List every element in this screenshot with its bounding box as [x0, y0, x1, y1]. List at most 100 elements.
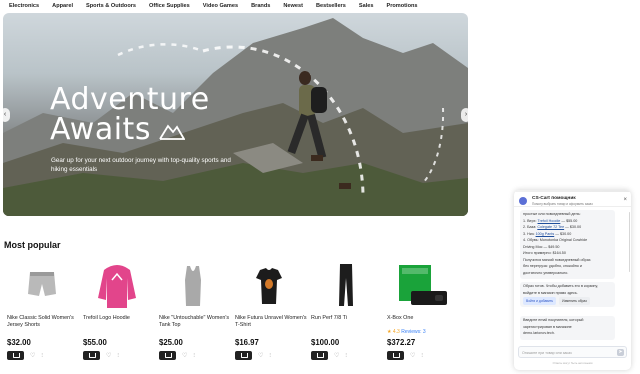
nav-sports-outdoors[interactable]: Sports & Outdoors: [86, 3, 136, 9]
product-rating[interactable]: ★ 4.3 Reviews: 3: [387, 329, 426, 335]
nav-newest[interactable]: Newest: [283, 3, 303, 9]
wishlist-heart-icon[interactable]: ♡: [410, 352, 415, 360]
assistant-message: Введите email покупателя, который зареги…: [520, 316, 615, 340]
login-and-add-button[interactable]: Войти и добавить: [523, 297, 557, 305]
hero-banner[interactable]: Adventure Awaits Gear up for your next o…: [3, 13, 468, 216]
message-line: 4. Обувь: Monotonka Original Cowhide: [523, 238, 588, 242]
product-price: $100.00: [311, 338, 340, 347]
product-price: $372.27: [387, 338, 416, 347]
product-name[interactable]: Nike Futura Unravel Women's T-Shirt: [235, 315, 309, 329]
product-name[interactable]: X-Box One: [387, 315, 461, 322]
product-actions: ♡ ⫶: [387, 351, 423, 360]
message-line: 2. База: Colegate 72 Tee — $30.00: [523, 225, 582, 229]
section-title-most-popular: Most popular: [4, 240, 61, 250]
wishlist-heart-icon[interactable]: ♡: [182, 352, 187, 360]
top-navigation: Electronics Apparel Sports & Outdoors Of…: [0, 0, 640, 12]
message-line: зарегистрирован в магазине: [523, 324, 572, 329]
chat-header: CS-Cart помощник Помогу выбрать товар и …: [514, 193, 631, 207]
chat-input-box[interactable]: ➤: [518, 346, 627, 358]
product-price: $32.00: [7, 338, 31, 347]
assistant-logo-icon: [519, 197, 527, 205]
message-line: простые или повседневный день:: [523, 212, 581, 216]
chat-message-input[interactable]: [522, 349, 612, 356]
wishlist-heart-icon[interactable]: ♡: [106, 352, 111, 360]
product-card[interactable]: Nike Futura Unravel Women's T-Shirt $16.…: [232, 258, 307, 360]
nav-promotions[interactable]: Promotions: [386, 3, 417, 9]
wishlist-heart-icon[interactable]: ♡: [334, 352, 339, 360]
compare-icon[interactable]: ⫶: [269, 352, 271, 360]
product-name[interactable]: Nike "Untouchable" Women's Tank Top: [159, 315, 233, 329]
product-image[interactable]: [156, 258, 231, 313]
nav-brands[interactable]: Brands: [251, 3, 270, 9]
chat-top-divider: [514, 190, 631, 192]
nav-office-supplies[interactable]: Office Supplies: [149, 3, 190, 9]
product-card[interactable]: Run Perf 7/8 Ti $100.00 ♡ ⫶: [308, 258, 383, 360]
wishlist-heart-icon[interactable]: ♡: [258, 352, 263, 360]
assistant-message: Образ готов. Чтобы добавить его в корзин…: [520, 282, 615, 307]
nav-sales[interactable]: Sales: [359, 3, 374, 9]
product-image[interactable]: [384, 258, 459, 313]
mountain-icon: [159, 124, 185, 140]
product-actions: ♡ ⫶: [235, 351, 271, 360]
product-image[interactable]: [80, 258, 155, 313]
product-card[interactable]: Nike "Untouchable" Women's Tank Top $25.…: [156, 258, 231, 360]
product-image[interactable]: [232, 258, 307, 313]
product-card[interactable]: Nike Classic Solid Women's Jersey Shorts…: [4, 258, 79, 360]
add-to-cart-button[interactable]: [387, 351, 404, 360]
nav-video-games[interactable]: Video Games: [203, 3, 238, 9]
product-actions: ♡ ⫶: [83, 351, 119, 360]
product-card[interactable]: Trefoil Logo Hoodie $55.00 ♡ ⫶: [80, 258, 155, 360]
product-actions: ♡ ⫶: [311, 351, 347, 360]
compare-icon[interactable]: ⫶: [117, 352, 119, 360]
hero-next-arrow-icon[interactable]: ›: [461, 108, 471, 122]
nav-bestsellers[interactable]: Bestsellers: [316, 3, 346, 9]
hero-title-line2: Awaits: [50, 112, 151, 147]
hero-title-line1: Adventure: [50, 82, 210, 117]
chat-disclaimer: Ответы могут быть неточными: [552, 361, 593, 365]
product-name[interactable]: Trefoil Logo Hoodie: [83, 315, 157, 322]
chat-title: CS-Cart помощник: [532, 196, 576, 201]
compare-icon[interactable]: ⫶: [345, 352, 347, 360]
product-name[interactable]: Run Perf 7/8 Ti: [311, 315, 385, 322]
wishlist-heart-icon[interactable]: ♡: [30, 352, 35, 360]
add-to-cart-button[interactable]: [311, 351, 328, 360]
message-line: 3. Низ: 100g Pants — $30.00: [523, 231, 572, 236]
add-to-cart-button[interactable]: [235, 351, 252, 360]
close-icon[interactable]: ×: [623, 197, 627, 204]
hero-prev-arrow-icon[interactable]: ‹: [0, 108, 10, 122]
chat-widget: CS-Cart помощник Помогу выбрать товар и …: [514, 190, 631, 370]
reviews-count[interactable]: Reviews: 3: [401, 329, 425, 335]
chat-messages[interactable]: простые или повседневный день: 1. Верх: …: [514, 208, 631, 344]
message-line: demo.larionov.tech.: [523, 331, 555, 335]
send-icon[interactable]: ➤: [617, 349, 624, 356]
product-price: $16.97: [235, 338, 259, 347]
compare-icon[interactable]: ⫶: [41, 352, 43, 360]
product-price: $25.00: [159, 338, 183, 347]
message-line: без перегруза: удобно, спокойно и: [523, 264, 582, 268]
message-line: Образ готов. Чтобы добавить его в корзин…: [523, 284, 598, 288]
hero-subtitle: Gear up for your next outdoor journey wi…: [51, 157, 231, 173]
product-price: $55.00: [83, 338, 107, 347]
product-card[interactable]: X-Box One ★ 4.3 Reviews: 3 $372.27 ♡ ⫶: [384, 258, 459, 360]
compare-icon[interactable]: ⫶: [421, 352, 423, 360]
nav-apparel[interactable]: Apparel: [52, 3, 73, 9]
assistant-message: простые или повседневный день: 1. Верх: …: [520, 210, 615, 279]
change-outfit-button[interactable]: Изменить образ: [559, 297, 590, 305]
product-name[interactable]: Nike Classic Solid Women's Jersey Shorts: [7, 315, 81, 329]
product-image[interactable]: [308, 258, 383, 313]
add-to-cart-button[interactable]: [159, 351, 176, 360]
hero-title: Adventure Awaits: [50, 85, 210, 145]
message-line: войдите в магазин прямо здесь.: [523, 290, 578, 295]
message-line: 1. Верх: Trefoil Hoodie — $55.00: [523, 218, 578, 223]
compare-icon[interactable]: ⫶: [193, 352, 195, 360]
product-image[interactable]: [4, 258, 79, 313]
product-actions: ♡ ⫶: [159, 351, 195, 360]
nav-electronics[interactable]: Electronics: [9, 3, 39, 9]
product-actions: ♡ ⫶: [7, 351, 43, 360]
message-line: Driving Moc — $49.50: [523, 244, 560, 249]
chat-subtitle: Помогу выбрать товар и оформить заказ: [532, 202, 593, 206]
add-to-cart-button[interactable]: [83, 351, 100, 360]
add-to-cart-button[interactable]: [7, 351, 24, 360]
message-line: Итого примерно: $164.50: [523, 251, 566, 255]
chat-scrollbar[interactable]: [628, 212, 630, 272]
